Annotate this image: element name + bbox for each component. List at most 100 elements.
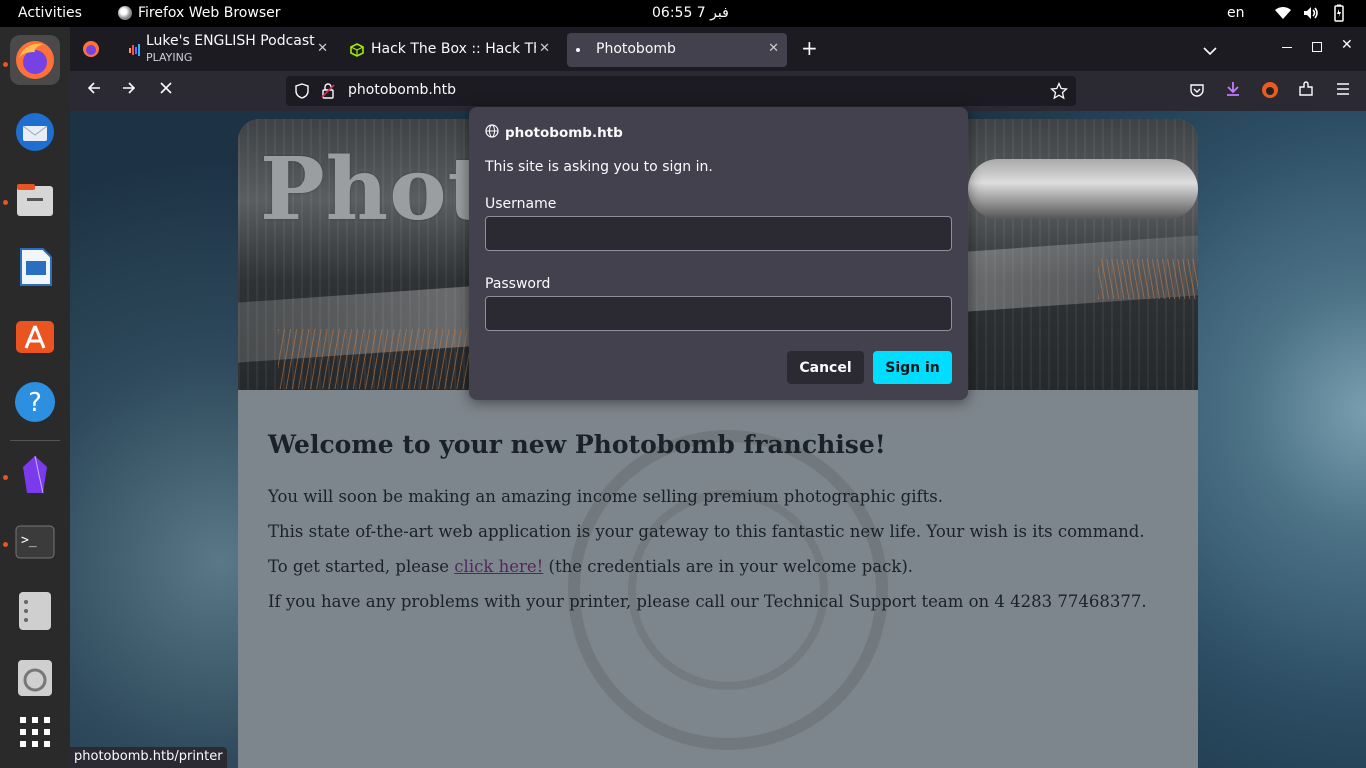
tab-title: Hack The Box :: Hack The bbox=[371, 41, 536, 57]
welcome-paragraph: You will soon be making an amazing incom… bbox=[268, 487, 943, 506]
get-started-text: To get started, please bbox=[268, 557, 455, 576]
dock-file-manager[interactable] bbox=[10, 585, 60, 635]
banner-roller bbox=[968, 159, 1198, 219]
dock-obsidian[interactable] bbox=[10, 450, 60, 500]
volume-icon bbox=[1302, 4, 1320, 22]
minimize-icon[interactable] bbox=[1282, 47, 1292, 48]
bookmark-star-icon[interactable] bbox=[1049, 81, 1069, 104]
welcome-heading: Welcome to your new Photobomb franchise! bbox=[268, 430, 886, 459]
language-indicator[interactable]: en bbox=[1227, 5, 1245, 21]
dock-thunderbird[interactable] bbox=[10, 107, 60, 157]
navigation-toolbar: photobomb.htb bbox=[70, 71, 1366, 111]
dock-help[interactable]: ? bbox=[10, 377, 60, 427]
activities-button[interactable]: Activities bbox=[18, 5, 82, 21]
url-bar[interactable]: photobomb.htb bbox=[286, 76, 1076, 106]
file-manager-icon bbox=[19, 592, 51, 630]
app-menu[interactable]: Firefox Web Browser bbox=[118, 5, 281, 21]
extensions-icon[interactable] bbox=[1298, 81, 1314, 102]
maximize-icon[interactable] bbox=[1312, 42, 1322, 52]
cancel-button[interactable]: Cancel bbox=[787, 351, 864, 384]
http-auth-dialog: photobomb.htb This site is asking you to… bbox=[469, 107, 968, 400]
obsidian-icon bbox=[23, 455, 47, 494]
stop-loading-icon[interactable] bbox=[158, 80, 174, 101]
files-icon bbox=[17, 184, 53, 216]
tab-photobomb[interactable]: Photobomb ✕ bbox=[567, 33, 787, 67]
tab-title: Luke's ENGLISH Podcast bbox=[146, 33, 315, 49]
url-text[interactable]: photobomb.htb bbox=[348, 82, 456, 98]
disk-icon bbox=[18, 660, 52, 696]
tab-podcast[interactable]: Luke's ENGLISH Podcast PLAYING ✕ bbox=[120, 33, 336, 67]
support-paragraph: If you have any problems with your print… bbox=[268, 592, 1147, 611]
loading-dot-icon bbox=[576, 48, 580, 52]
app-menu-label: Firefox Web Browser bbox=[138, 5, 281, 21]
tracking-protection-icon[interactable] bbox=[294, 83, 310, 103]
welcome-paragraph: This state of-the-art web application is… bbox=[268, 522, 1145, 541]
welcome-section: Welcome to your new Photobomb franchise!… bbox=[238, 390, 1198, 768]
dock-writer[interactable] bbox=[10, 242, 60, 292]
running-indicator bbox=[3, 542, 8, 547]
password-label: Password bbox=[485, 276, 551, 292]
insecure-lock-icon[interactable] bbox=[320, 83, 336, 103]
running-indicator bbox=[3, 475, 8, 480]
list-all-tabs-icon[interactable] bbox=[1203, 41, 1217, 60]
help-icon: ? bbox=[15, 382, 55, 422]
dock-show-apps[interactable] bbox=[10, 707, 60, 757]
firefox-small-icon bbox=[118, 6, 132, 20]
show-apps-icon bbox=[20, 717, 50, 747]
back-icon[interactable] bbox=[86, 80, 102, 101]
writer-icon bbox=[20, 248, 52, 286]
battery-icon bbox=[1330, 4, 1348, 22]
dialog-host: photobomb.htb bbox=[485, 124, 623, 142]
clock[interactable]: 06:55 فبر 7 bbox=[652, 5, 729, 21]
dock-terminal[interactable]: >_ bbox=[10, 517, 60, 567]
app-center-icon bbox=[16, 321, 54, 353]
sign-in-button[interactable]: Sign in bbox=[873, 351, 952, 384]
globe-icon bbox=[485, 124, 499, 142]
foxyproxy-icon[interactable] bbox=[1261, 81, 1279, 104]
gnome-top-bar: Activities Firefox Web Browser 06:55 فبر… bbox=[0, 0, 1366, 27]
close-tab-icon[interactable]: ✕ bbox=[539, 41, 550, 56]
menu-icon[interactable] bbox=[1335, 81, 1351, 102]
wifi-icon bbox=[1274, 4, 1292, 22]
hackthebox-favicon-icon bbox=[350, 43, 364, 61]
downloads-icon[interactable] bbox=[1225, 81, 1241, 102]
tab-playing-label: PLAYING bbox=[146, 51, 193, 64]
svg-text:>_: >_ bbox=[21, 533, 37, 548]
get-started-paragraph: To get started, please click here! (the … bbox=[268, 557, 913, 576]
dock: ? >_ bbox=[0, 27, 70, 768]
dialog-host-label: photobomb.htb bbox=[505, 125, 623, 141]
pocket-icon[interactable] bbox=[1189, 82, 1205, 103]
dialog-message: This site is asking you to sign in. bbox=[485, 159, 713, 175]
new-tab-icon[interactable]: + bbox=[801, 36, 818, 60]
password-field[interactable] bbox=[485, 296, 952, 331]
close-tab-icon[interactable]: ✕ bbox=[317, 41, 328, 56]
banner-sparks bbox=[1098, 259, 1198, 299]
tab-title: Photobomb bbox=[596, 41, 676, 57]
tab-bar: Luke's ENGLISH Podcast PLAYING ✕ Hack Th… bbox=[70, 27, 1366, 71]
terminal-icon: >_ bbox=[15, 525, 55, 559]
running-indicator bbox=[3, 62, 8, 67]
credentials-note: (the credentials are in your welcome pac… bbox=[543, 557, 914, 576]
banner-title: Phot bbox=[260, 139, 489, 240]
username-label: Username bbox=[485, 196, 557, 212]
dock-firefox[interactable] bbox=[10, 35, 60, 85]
close-window-icon[interactable]: ✕ bbox=[1341, 37, 1353, 53]
running-indicator bbox=[3, 200, 8, 205]
forward-icon[interactable] bbox=[121, 80, 137, 101]
dock-app-center[interactable] bbox=[10, 310, 60, 360]
thunderbird-icon bbox=[16, 113, 54, 151]
dock-files[interactable] bbox=[10, 175, 60, 225]
dock-separator bbox=[10, 440, 60, 441]
system-tray[interactable] bbox=[1274, 4, 1348, 22]
tab-hackthebox[interactable]: Hack The Box :: Hack The ✕ bbox=[342, 33, 558, 67]
dock-disk[interactable] bbox=[10, 652, 60, 702]
firefox-icon bbox=[16, 41, 54, 79]
link-status-preview: photobomb.htb/printer bbox=[70, 747, 227, 768]
click-here-link[interactable]: click here! bbox=[454, 557, 543, 576]
username-field[interactable] bbox=[485, 216, 952, 251]
podcast-favicon-icon bbox=[128, 43, 142, 61]
svg-text:?: ? bbox=[28, 388, 42, 418]
close-tab-icon[interactable]: ✕ bbox=[768, 41, 779, 56]
firefox-view-icon[interactable] bbox=[82, 40, 100, 62]
camera-lens-decoration bbox=[628, 490, 828, 690]
